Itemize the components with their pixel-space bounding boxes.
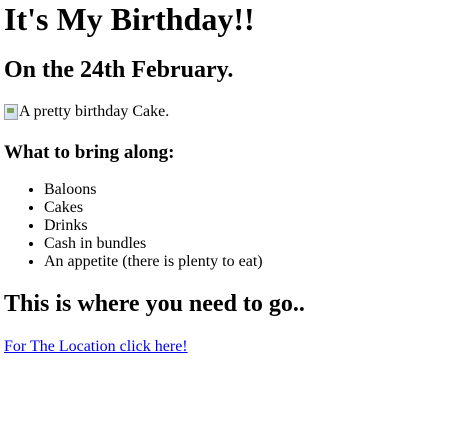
list-item: Drinks xyxy=(44,217,263,235)
page-title: It's My Birthday!! xyxy=(4,1,255,37)
list-item: Baloons xyxy=(44,181,263,199)
image-alt-text: A pretty birthday Cake. xyxy=(19,103,170,120)
location-heading: This is where you need to go.. xyxy=(4,291,305,317)
list-item: Cash in bundles xyxy=(44,235,263,253)
broken-image-icon xyxy=(4,104,18,120)
bring-along-heading: What to bring along: xyxy=(4,142,175,163)
event-date-heading: On the 24th February. xyxy=(4,57,234,83)
location-link[interactable]: For The Location click here! xyxy=(4,338,188,356)
birthday-cake-image: A pretty birthday Cake. xyxy=(4,103,169,121)
list-item: An appetite (there is plenty to eat) xyxy=(44,253,263,271)
page: It's My Birthday!! On the 24th February.… xyxy=(0,0,476,424)
bring-along-list: Baloons Cakes Drinks Cash in bundles An … xyxy=(24,181,263,271)
list-item: Cakes xyxy=(44,199,263,217)
